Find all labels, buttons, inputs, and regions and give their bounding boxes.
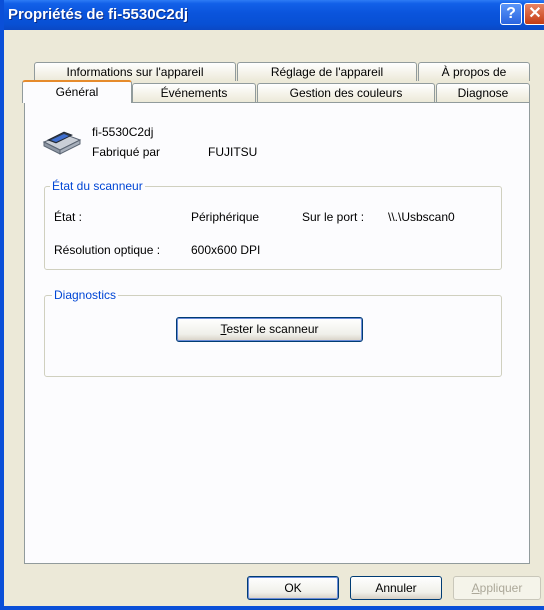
cancel-button[interactable]: Annuler xyxy=(350,576,442,600)
help-icon: ? xyxy=(506,5,516,22)
scanner-icon xyxy=(42,131,82,155)
state-value: Périphérique xyxy=(191,210,260,224)
title-bar[interactable]: Propriétés de fi-5530C2dj ? ✕ xyxy=(4,0,544,30)
properties-dialog: Propriétés de fi-5530C2dj ? ✕ Informatio… xyxy=(0,0,544,610)
manufacturer-value: FUJITSU xyxy=(208,145,258,159)
diagnostics-group-title: Diagnostics xyxy=(52,288,119,302)
tab-color-management[interactable]: Gestion des couleurs xyxy=(257,83,435,102)
apply-button-label: ppliquer xyxy=(479,581,523,595)
test-scanner-button[interactable]: Tester le scanneur xyxy=(176,317,363,342)
window-title: Propriétés de fi-5530C2dj xyxy=(8,6,189,23)
port-value: \\.\Usbscan0 xyxy=(388,210,455,224)
apply-button[interactable]: Appliquer xyxy=(453,576,541,600)
apply-button-accel: A xyxy=(471,581,480,595)
scanner-status-group xyxy=(44,186,502,270)
optical-resolution-label: Résolution optique : xyxy=(54,243,161,257)
ok-button[interactable]: OK xyxy=(247,576,339,600)
state-label: État : xyxy=(54,210,83,224)
tab-general[interactable]: Général xyxy=(22,80,132,103)
tab-about[interactable]: À propos de xyxy=(418,62,530,81)
tab-device-information[interactable]: Informations sur l'appareil xyxy=(34,62,236,81)
manufacturer-label: Fabriqué par xyxy=(92,145,161,159)
test-scanner-button-label: ester le scanneur xyxy=(226,322,319,336)
scanner-status-group-title: État du scanneur xyxy=(50,179,145,193)
tab-device-settings[interactable]: Réglage de l'appareil xyxy=(237,62,417,81)
help-button[interactable]: ? xyxy=(500,3,522,25)
optical-resolution-value: 600x600 DPI xyxy=(191,243,261,257)
close-button[interactable]: ✕ xyxy=(524,3,544,25)
close-icon: ✕ xyxy=(528,5,542,22)
tab-events[interactable]: Événements xyxy=(132,83,256,102)
tab-diagnose[interactable]: Diagnose xyxy=(436,83,530,102)
port-label: Sur le port : xyxy=(302,210,365,224)
device-name: fi-5530C2dj xyxy=(92,125,154,139)
